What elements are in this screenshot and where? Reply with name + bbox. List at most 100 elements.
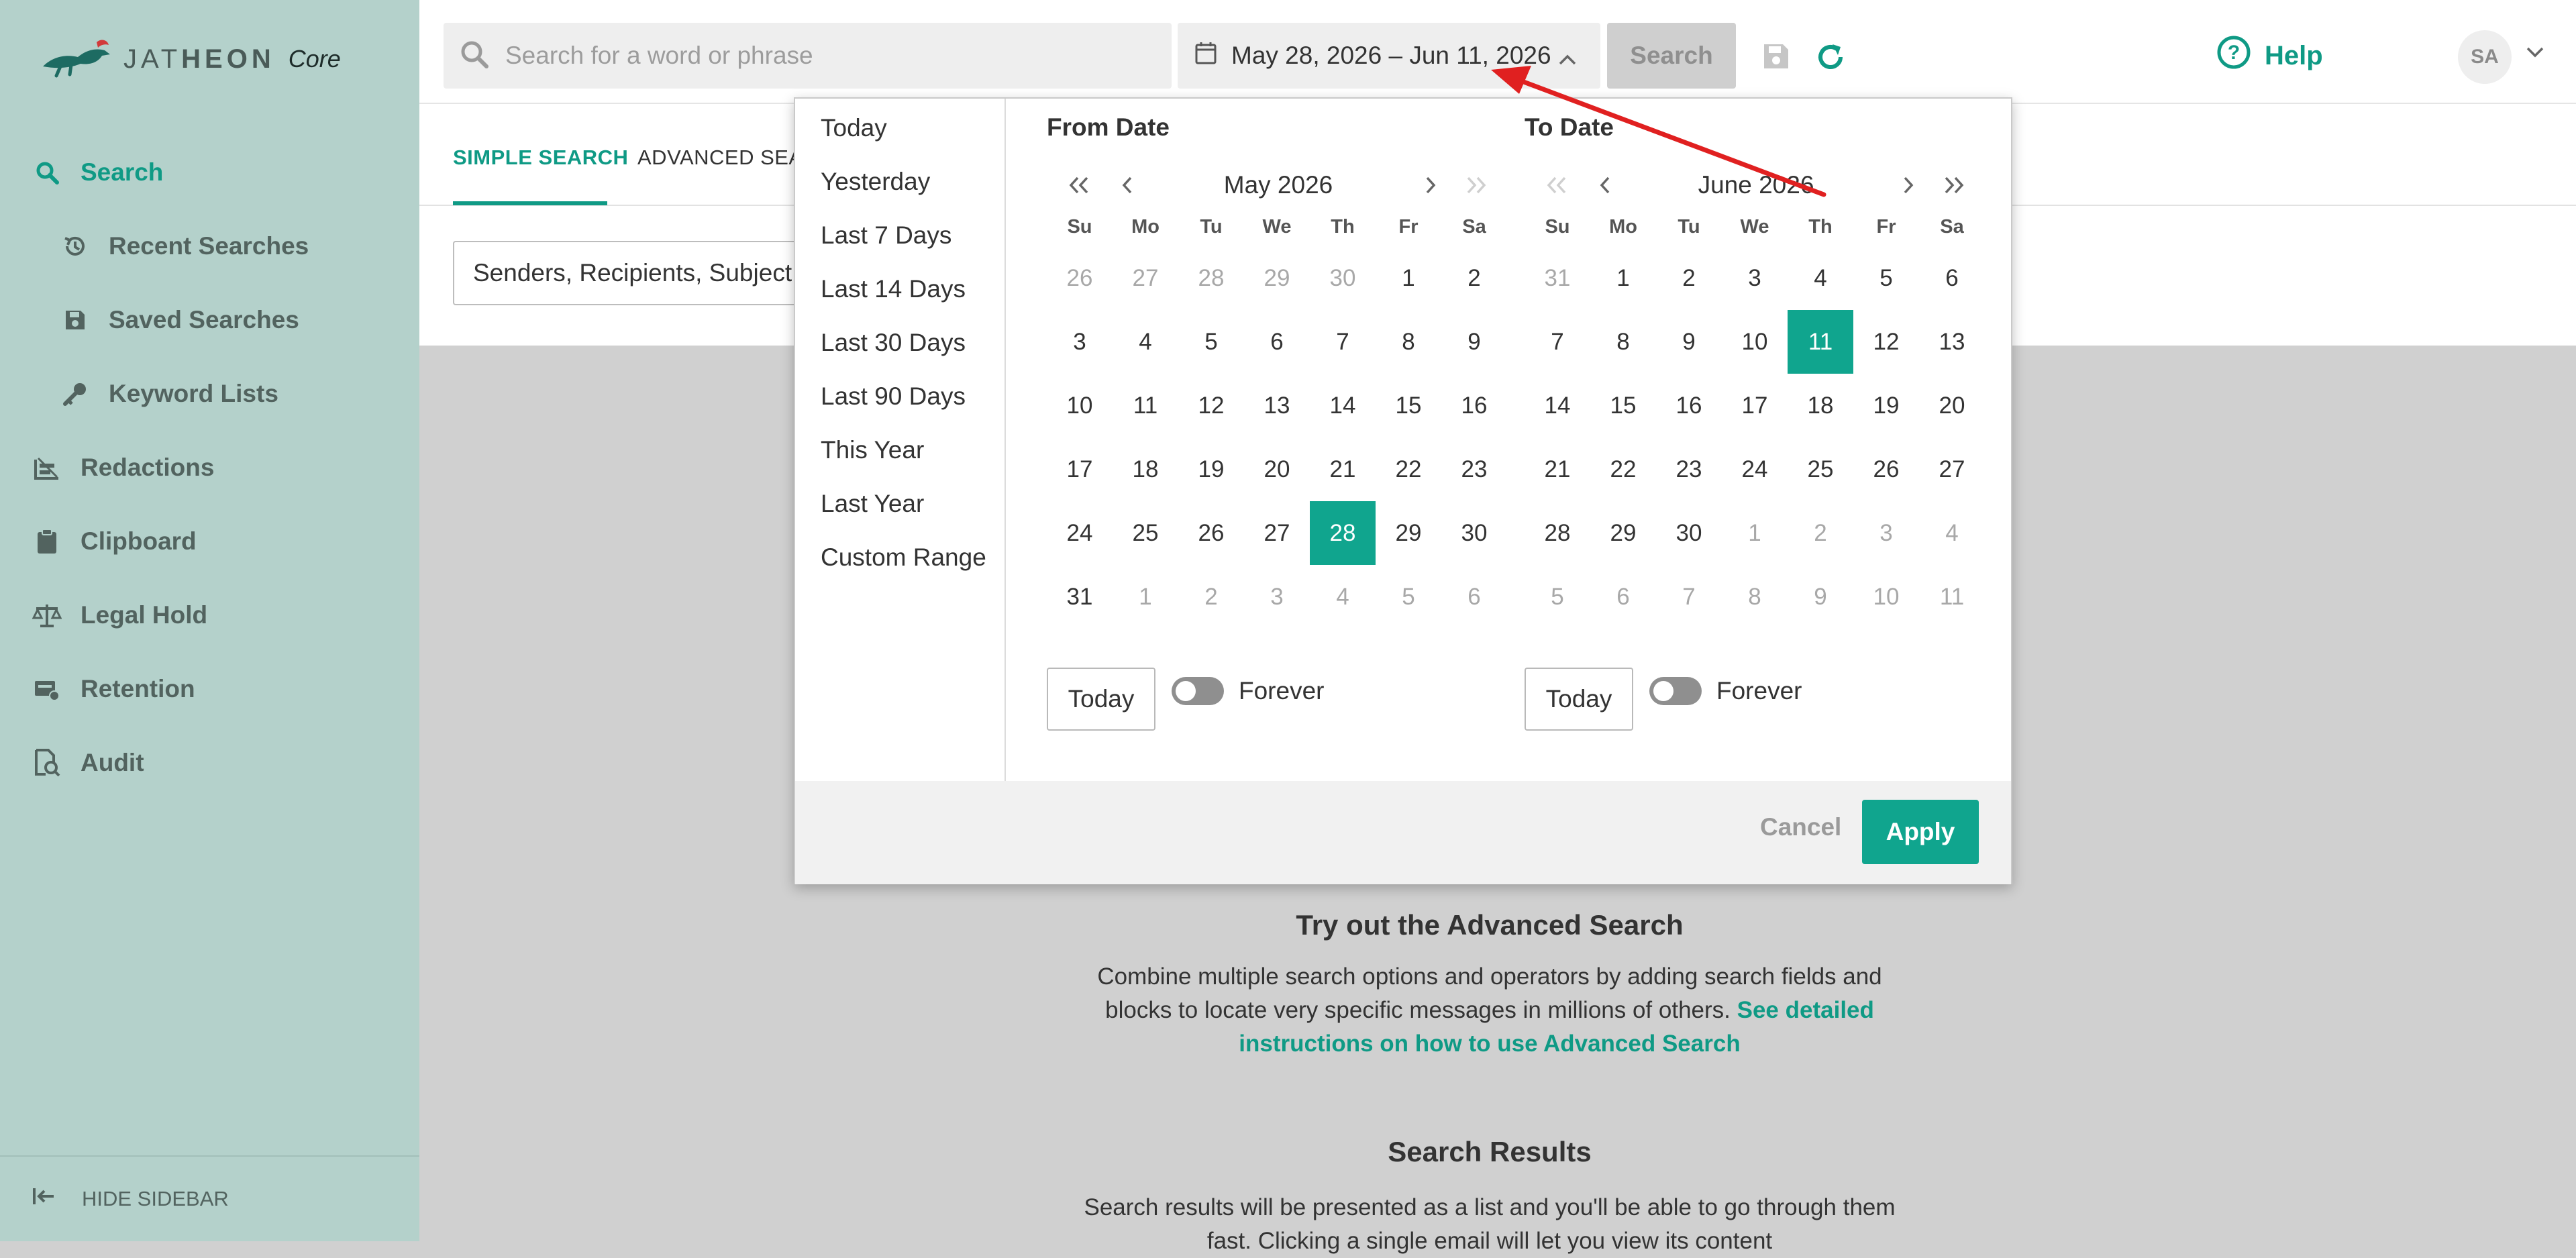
day-cell[interactable]: 30 (1441, 501, 1507, 565)
day-cell[interactable]: 18 (1788, 374, 1853, 437)
day-cell[interactable]: 24 (1722, 437, 1788, 501)
day-cell[interactable]: 17 (1047, 437, 1113, 501)
day-cell[interactable]: 31 (1525, 246, 1590, 310)
sidebar-item-recent-searches[interactable]: Recent Searches (0, 219, 419, 273)
day-cell[interactable]: 27 (1919, 437, 1985, 501)
from-forever-toggle[interactable]: Forever (1172, 677, 1324, 705)
preset-range-item[interactable]: Last 7 Days (821, 221, 951, 250)
day-cell[interactable]: 25 (1113, 501, 1178, 565)
day-cell[interactable]: 5 (1853, 246, 1919, 310)
day-cell[interactable]: 1 (1113, 565, 1178, 629)
day-cell[interactable]: 14 (1525, 374, 1590, 437)
sidebar-item-clipboard[interactable]: Clipboard (0, 515, 419, 568)
day-cell[interactable]: 29 (1590, 501, 1656, 565)
day-cell[interactable]: 6 (1441, 565, 1507, 629)
preset-range-item[interactable]: This Year (821, 436, 924, 464)
sidebar-item-retention[interactable]: Retention (0, 662, 419, 716)
preset-range-item[interactable]: Last Year (821, 490, 924, 518)
day-cell[interactable]: 8 (1722, 565, 1788, 629)
day-cell[interactable]: 16 (1656, 374, 1722, 437)
day-cell[interactable]: 23 (1441, 437, 1507, 501)
day-cell[interactable]: 20 (1244, 437, 1310, 501)
day-cell[interactable]: 31 (1047, 565, 1113, 629)
day-cell[interactable]: 4 (1310, 565, 1376, 629)
chevron-down-icon[interactable] (2525, 46, 2545, 62)
day-cell[interactable]: 3 (1853, 501, 1919, 565)
sidebar-item-keyword-lists[interactable]: Keyword Lists (0, 367, 419, 421)
selected-day-cell[interactable]: 11 (1788, 310, 1853, 374)
day-cell[interactable]: 13 (1919, 310, 1985, 374)
day-cell[interactable]: 15 (1376, 374, 1441, 437)
day-cell[interactable]: 17 (1722, 374, 1788, 437)
day-cell[interactable]: 27 (1113, 246, 1178, 310)
preset-range-item[interactable]: Custom Range (821, 543, 986, 572)
day-cell[interactable]: 2 (1656, 246, 1722, 310)
sidebar-item-redactions[interactable]: Redactions (0, 441, 419, 494)
day-cell[interactable]: 6 (1919, 246, 1985, 310)
help-link[interactable]: ? Help (2216, 35, 2323, 76)
day-cell[interactable]: 12 (1178, 374, 1244, 437)
to-forever-toggle[interactable]: Forever (1649, 677, 1802, 705)
next-month-icon[interactable] (1900, 175, 1916, 199)
search-button[interactable]: Search (1607, 23, 1736, 89)
day-cell[interactable]: 1 (1590, 246, 1656, 310)
day-cell[interactable]: 20 (1919, 374, 1985, 437)
day-cell[interactable]: 1 (1376, 246, 1441, 310)
day-cell[interactable]: 10 (1853, 565, 1919, 629)
day-cell[interactable]: 1 (1722, 501, 1788, 565)
tab-simple-search[interactable]: SIMPLE SEARCH (453, 146, 628, 170)
preset-range-item[interactable]: Today (821, 114, 887, 142)
apply-button[interactable]: Apply (1862, 800, 1979, 864)
day-cell[interactable]: 11 (1113, 374, 1178, 437)
day-cell[interactable]: 29 (1376, 501, 1441, 565)
day-cell[interactable]: 5 (1525, 565, 1590, 629)
day-cell[interactable]: 13 (1244, 374, 1310, 437)
hide-sidebar-button[interactable]: HIDE SIDEBAR (0, 1155, 419, 1241)
sidebar-item-legal-hold[interactable]: Legal Hold (0, 588, 419, 642)
day-cell[interactable]: 22 (1376, 437, 1441, 501)
day-cell[interactable]: 30 (1656, 501, 1722, 565)
cancel-button[interactable]: Cancel (1760, 813, 1841, 841)
day-cell[interactable]: 18 (1113, 437, 1178, 501)
day-cell[interactable]: 28 (1525, 501, 1590, 565)
day-cell[interactable]: 26 (1178, 501, 1244, 565)
day-cell[interactable]: 19 (1853, 374, 1919, 437)
tab-advanced-search[interactable]: ADVANCED SEAR (637, 146, 819, 170)
refresh-icon[interactable] (1814, 40, 1847, 77)
day-cell[interactable]: 9 (1441, 310, 1507, 374)
day-cell[interactable]: 16 (1441, 374, 1507, 437)
date-range-selector[interactable]: May 28, 2026 – Jun 11, 2026 (1178, 23, 1600, 89)
day-cell[interactable]: 22 (1590, 437, 1656, 501)
selected-day-cell[interactable]: 28 (1310, 501, 1376, 565)
day-cell[interactable]: 2 (1178, 565, 1244, 629)
day-cell[interactable]: 30 (1310, 246, 1376, 310)
day-cell[interactable]: 10 (1047, 374, 1113, 437)
day-cell[interactable]: 4 (1919, 501, 1985, 565)
day-cell[interactable]: 28 (1178, 246, 1244, 310)
preset-range-item[interactable]: Yesterday (821, 168, 930, 196)
day-cell[interactable]: 29 (1244, 246, 1310, 310)
day-cell[interactable]: 15 (1590, 374, 1656, 437)
day-cell[interactable]: 3 (1722, 246, 1788, 310)
day-cell[interactable]: 25 (1788, 437, 1853, 501)
day-cell[interactable]: 12 (1853, 310, 1919, 374)
day-cell[interactable]: 9 (1656, 310, 1722, 374)
toggle-switch[interactable] (1649, 677, 1702, 705)
day-cell[interactable]: 4 (1113, 310, 1178, 374)
day-cell[interactable]: 3 (1047, 310, 1113, 374)
day-cell[interactable]: 2 (1441, 246, 1507, 310)
day-cell[interactable]: 5 (1376, 565, 1441, 629)
sidebar-item-saved-searches[interactable]: Saved Searches (0, 293, 419, 347)
day-cell[interactable]: 21 (1310, 437, 1376, 501)
day-cell[interactable]: 26 (1853, 437, 1919, 501)
search-box[interactable] (444, 23, 1172, 89)
day-cell[interactable]: 26 (1047, 246, 1113, 310)
day-cell[interactable]: 7 (1525, 310, 1590, 374)
preset-range-item[interactable]: Last 90 Days (821, 382, 966, 411)
day-cell[interactable]: 10 (1722, 310, 1788, 374)
user-avatar[interactable]: SA (2458, 30, 2512, 84)
day-cell[interactable]: 11 (1919, 565, 1985, 629)
day-cell[interactable]: 14 (1310, 374, 1376, 437)
day-cell[interactable]: 27 (1244, 501, 1310, 565)
save-search-icon[interactable] (1761, 42, 1791, 74)
